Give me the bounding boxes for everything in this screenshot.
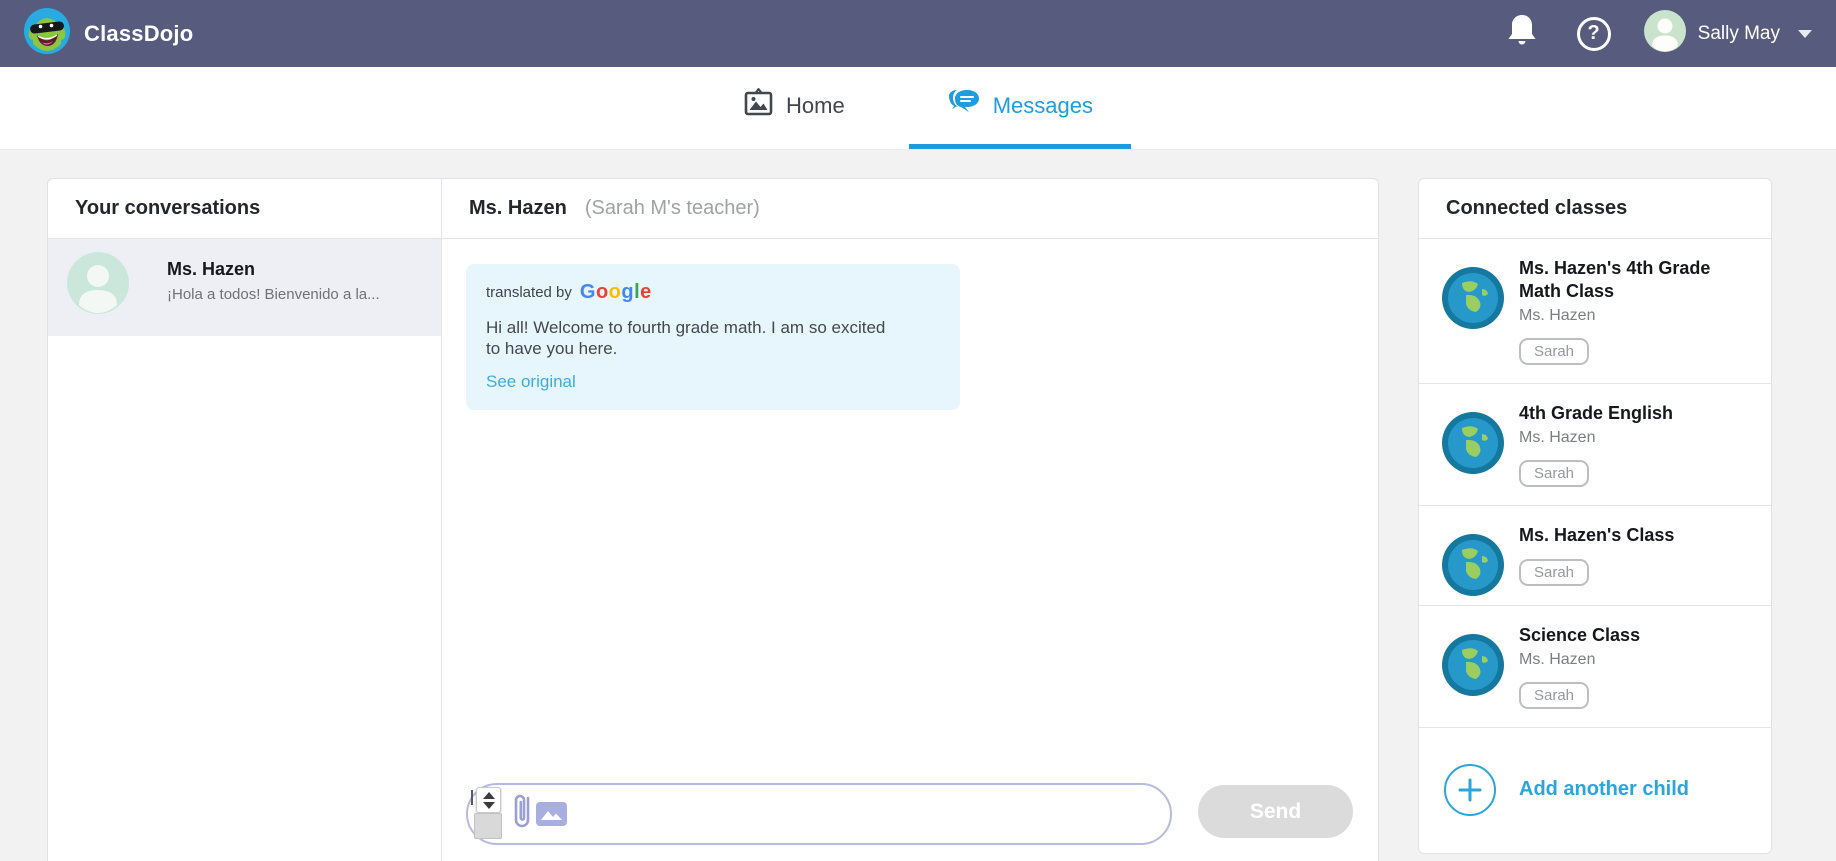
google-letter: o [595, 281, 609, 303]
conversations-panel: Your conversations Ms. Hazen ¡Hola a tod… [48, 179, 442, 861]
stepper-up-icon [482, 791, 495, 799]
tab-home[interactable]: Home [705, 67, 883, 149]
conversations-header: Your conversations [48, 179, 441, 239]
avatar [1643, 10, 1686, 57]
stepper-arrows[interactable] [476, 787, 501, 813]
text-cursor [471, 790, 473, 805]
translated-by-label: translated by [486, 284, 572, 301]
conversation-preview: ¡Hola a todos! Bienvenido a la... [167, 286, 380, 303]
classdojo-app: ClassDojo ? Sally May Home Messages Your… [0, 0, 1836, 861]
top-navbar: ClassDojo ? Sally May [0, 0, 1836, 67]
google-letter: g [621, 281, 635, 303]
help-icon: ? [1576, 16, 1611, 51]
thread-panel: Ms. Hazen (Sarah M's teacher) translated… [442, 179, 1378, 861]
class-name: Ms. Hazen's 4th Grade Math Class [1519, 258, 1711, 301]
chevron-down-icon [1798, 29, 1812, 38]
messages-card: Your conversations Ms. Hazen ¡Hola a tod… [47, 178, 1379, 861]
tab-home-label: Home [786, 92, 845, 118]
conversations-title: Your conversations [75, 197, 261, 219]
class-teacher: Ms. Hazen [1519, 651, 1596, 668]
messages-chat-icon [947, 88, 981, 124]
send-button[interactable]: Send [1198, 785, 1353, 838]
translated-by-row: translated by Google [486, 281, 940, 304]
user-menu[interactable]: Sally May [1643, 10, 1812, 57]
brand-name: ClassDojo [84, 20, 194, 46]
student-tag: Sarah [1519, 682, 1590, 709]
google-logo: Google [580, 281, 652, 304]
student-tag: Sarah [1519, 460, 1590, 487]
attach-image-icon[interactable] [536, 802, 567, 831]
connected-classes-panel: Connected classes Ms. Hazen's 4th Grade … [1418, 178, 1772, 854]
class-teacher: Ms. Hazen [1519, 429, 1596, 446]
main-tabbar: Home Messages [0, 67, 1836, 150]
brand[interactable]: ClassDojo [24, 8, 193, 59]
bell-icon [1507, 14, 1537, 53]
google-letter: o [608, 281, 622, 303]
help-button[interactable]: ? [1558, 0, 1630, 67]
globe-class-icon [1442, 634, 1504, 701]
message-input[interactable] [598, 789, 1148, 839]
see-original-link[interactable]: See original [486, 372, 940, 392]
resize-handle[interactable] [474, 813, 502, 839]
class-item[interactable]: Science Class Ms. Hazen Sarah [1419, 606, 1771, 728]
add-another-child-label: Add another child [1519, 778, 1689, 800]
class-name: 4th Grade English [1519, 403, 1674, 423]
classdojo-logo-icon [24, 8, 70, 59]
home-photo-icon [743, 87, 774, 124]
thread-header: Ms. Hazen (Sarah M's teacher) [442, 179, 1378, 239]
google-letter: G [579, 281, 596, 303]
conversation-list-item[interactable]: Ms. Hazen ¡Hola a todos! Bienvenido a la… [48, 239, 441, 336]
navbar-right: ? Sally May [1486, 0, 1812, 67]
class-item[interactable]: Ms. Hazen's 4th Grade Math Class Ms. Haz… [1419, 239, 1771, 384]
class-name: Science Class [1519, 625, 1641, 645]
message-composer [466, 783, 1172, 845]
help-glyph: ? [1587, 22, 1600, 44]
google-letter: e [640, 281, 652, 303]
class-teacher: Ms. Hazen [1519, 307, 1596, 324]
message-bubble: translated by Google Hi all! Welcome to … [466, 264, 960, 410]
notifications-button[interactable] [1486, 0, 1558, 67]
user-name: Sally May [1697, 22, 1780, 44]
class-name: Ms. Hazen's Class [1519, 525, 1675, 545]
tab-messages[interactable]: Messages [908, 67, 1131, 149]
stepper-down-icon [482, 801, 495, 809]
class-item[interactable]: Ms. Hazen's Class Sarah [1419, 506, 1771, 606]
thread-subtitle: (Sarah M's teacher) [584, 197, 760, 219]
teacher-avatar [67, 252, 129, 319]
conversation-name: Ms. Hazen [167, 259, 256, 279]
connected-classes-header: Connected classes [1419, 179, 1771, 239]
attach-file-icon[interactable] [512, 790, 534, 837]
student-tag: Sarah [1519, 338, 1590, 365]
class-item[interactable]: 4th Grade English Ms. Hazen Sarah [1419, 384, 1771, 506]
add-another-child-button[interactable]: Add another child [1419, 728, 1771, 853]
connected-classes-title: Connected classes [1446, 197, 1628, 219]
plus-icon [1444, 764, 1496, 816]
globe-class-icon [1442, 534, 1504, 601]
thread-title: Ms. Hazen [469, 197, 567, 219]
student-tag: Sarah [1519, 559, 1590, 586]
globe-class-icon [1442, 412, 1504, 479]
globe-class-icon [1442, 267, 1504, 334]
tab-messages-label: Messages [992, 92, 1093, 118]
message-text: Hi all! Welcome to fourth grade math. I … [486, 318, 886, 358]
